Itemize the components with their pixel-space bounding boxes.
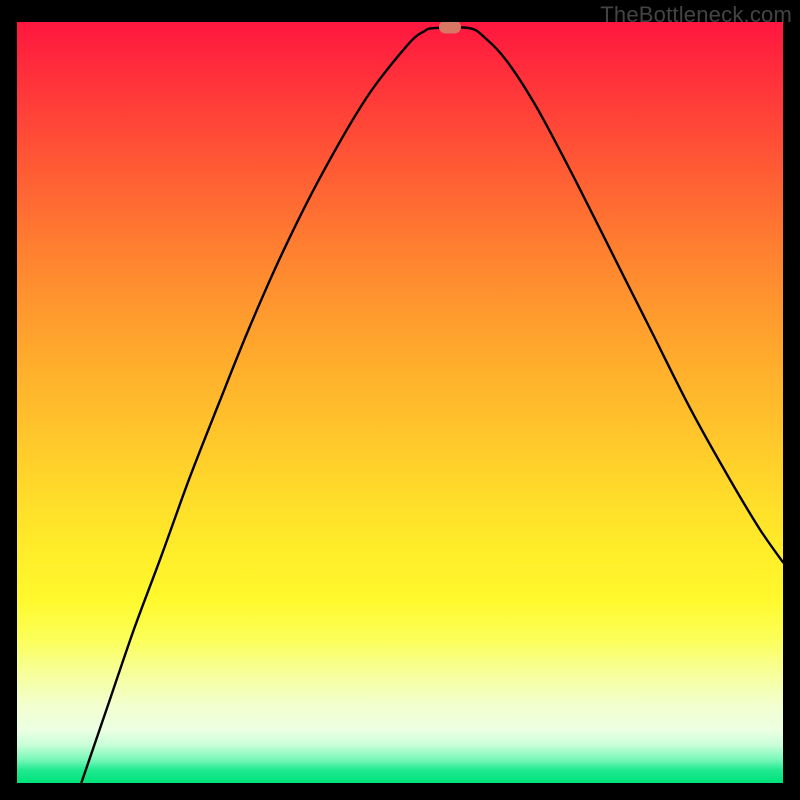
bottleneck-curve	[81, 27, 783, 783]
optimum-marker	[439, 22, 461, 33]
curve-layer	[17, 22, 783, 783]
chart-frame: TheBottleneck.com	[0, 0, 800, 800]
watermark-text: TheBottleneck.com	[600, 2, 792, 28]
plot-area	[17, 22, 783, 783]
